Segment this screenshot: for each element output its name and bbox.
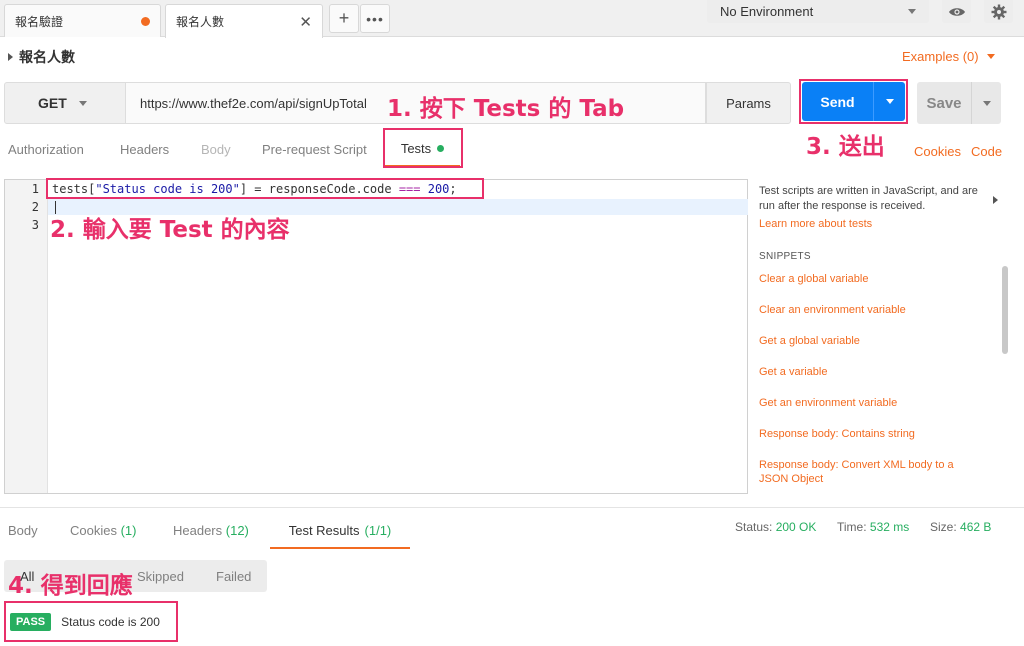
request-tab[interactable]: 報名驗證 [4, 4, 161, 37]
params-button[interactable]: Params [706, 82, 791, 124]
tab-label: Test Results [288, 523, 360, 538]
status-label: Status: [735, 520, 773, 534]
annotation-step-2: 2. 輸入要 Test 的內容 [50, 217, 290, 243]
snippet-item[interactable]: Get a global variable [759, 334, 989, 348]
request-tab-active[interactable]: 報名人數 ✕ [165, 4, 323, 38]
tab-label: Cookies [70, 523, 117, 538]
count-badge: (1/1) [364, 523, 392, 538]
snippets-scrollbar[interactable] [1002, 266, 1008, 354]
new-tab-button[interactable]: + [329, 4, 359, 33]
ellipsis-icon: ••• [366, 10, 384, 27]
snippet-item[interactable]: Get an environment variable [759, 396, 989, 410]
tab-prerequest-script[interactable]: Pre-request Script [262, 142, 367, 157]
code-link[interactable]: Code [971, 144, 1002, 159]
line-number: 1 [31, 182, 39, 196]
size-meta: Size: 462 B [930, 520, 991, 534]
method-value: GET [38, 95, 67, 111]
gear-icon [991, 4, 1006, 19]
tab-label: 報名驗證 [15, 14, 64, 29]
environment-select[interactable]: No Environment [707, 0, 929, 23]
annotation-step-4: 4. 得到回應 [8, 573, 133, 599]
response-tab-body[interactable]: Body [8, 523, 38, 538]
status-meta: Status: 200 OK [735, 520, 816, 534]
chevron-down-icon [982, 100, 991, 106]
unsaved-indicator-icon [141, 16, 150, 26]
plus-icon: + [338, 8, 350, 28]
settings-button[interactable] [984, 0, 1013, 23]
snippet-item[interactable]: Response body: Contains string [759, 427, 989, 441]
line-number: 3 [31, 218, 39, 232]
save-label: Save [926, 94, 962, 112]
request-name[interactable]: 報名人數 [8, 47, 75, 67]
tab-authorization[interactable]: Authorization [8, 142, 84, 157]
snippet-item[interactable]: Clear an environment variable [759, 303, 989, 317]
chevron-down-icon [908, 9, 916, 14]
count-badge: (1) [120, 523, 137, 538]
cookies-link[interactable]: Cookies [914, 144, 961, 159]
highlight-tests-tab [383, 128, 463, 168]
method-select[interactable]: GET [4, 82, 126, 124]
snippet-item[interactable]: Clear a global variable [759, 272, 989, 286]
chevron-down-icon [986, 54, 995, 59]
tab-headers[interactable]: Headers [120, 142, 169, 157]
snippet-item[interactable]: Get a variable [759, 365, 989, 379]
response-tab-test-results[interactable]: Test Results (1/1) [270, 514, 410, 549]
count-badge: (12) [225, 523, 249, 538]
examples-label: Examples (0) [902, 49, 979, 64]
time-value: 532 ms [869, 520, 910, 534]
test-result-row: PASS Status code is 200 [4, 601, 178, 642]
chevron-down-icon [78, 100, 87, 106]
save-button[interactable]: Save [917, 82, 1001, 124]
highlight-code-line [46, 178, 484, 199]
learn-more-link[interactable]: Learn more about tests [759, 218, 872, 230]
snippets-title: SNIPPETS [759, 251, 811, 262]
annotation-step-3: 3. 送出 [806, 134, 885, 160]
eye-icon [948, 7, 965, 16]
time-label: Time: [837, 520, 867, 534]
time-meta: Time: 532 ms [837, 520, 909, 534]
annotation-step-1: 1. 按下 Tests 的 Tab [387, 96, 625, 122]
pass-badge: PASS [10, 612, 52, 631]
tab-body[interactable]: Body [201, 142, 231, 157]
close-icon[interactable]: ✕ [299, 13, 312, 31]
filter-skipped[interactable]: Skipped [137, 569, 184, 584]
response-tab-cookies[interactable]: Cookies (1) [70, 523, 136, 538]
status-value: 200 OK [775, 520, 817, 534]
divider [0, 507, 1024, 508]
line-number: 2 [31, 200, 39, 214]
snippets-description: Test scripts are written in JavaScript, … [759, 185, 978, 212]
collapse-panel-icon[interactable] [993, 196, 998, 204]
highlight-send-button [799, 79, 908, 124]
tab-label: Headers [173, 523, 223, 538]
environment-value: No Environment [720, 4, 814, 19]
size-value: 462 B [960, 520, 992, 534]
save-options-button[interactable] [971, 82, 1001, 124]
filter-failed[interactable]: Failed [216, 569, 251, 584]
request-name-label: 報名人數 [19, 49, 75, 65]
more-tabs-button[interactable]: ••• [360, 4, 390, 33]
tab-label: 報名人數 [176, 15, 225, 29]
size-label: Size: [930, 520, 957, 534]
quick-look-button[interactable] [942, 0, 971, 23]
snippet-item[interactable]: Response body: Convert XML body to a JSO… [759, 458, 984, 486]
expand-icon [8, 53, 13, 61]
examples-dropdown[interactable]: Examples (0) [902, 49, 995, 64]
response-tab-headers[interactable]: Headers (12) [173, 523, 249, 538]
test-name: Status code is 200 [61, 614, 160, 629]
